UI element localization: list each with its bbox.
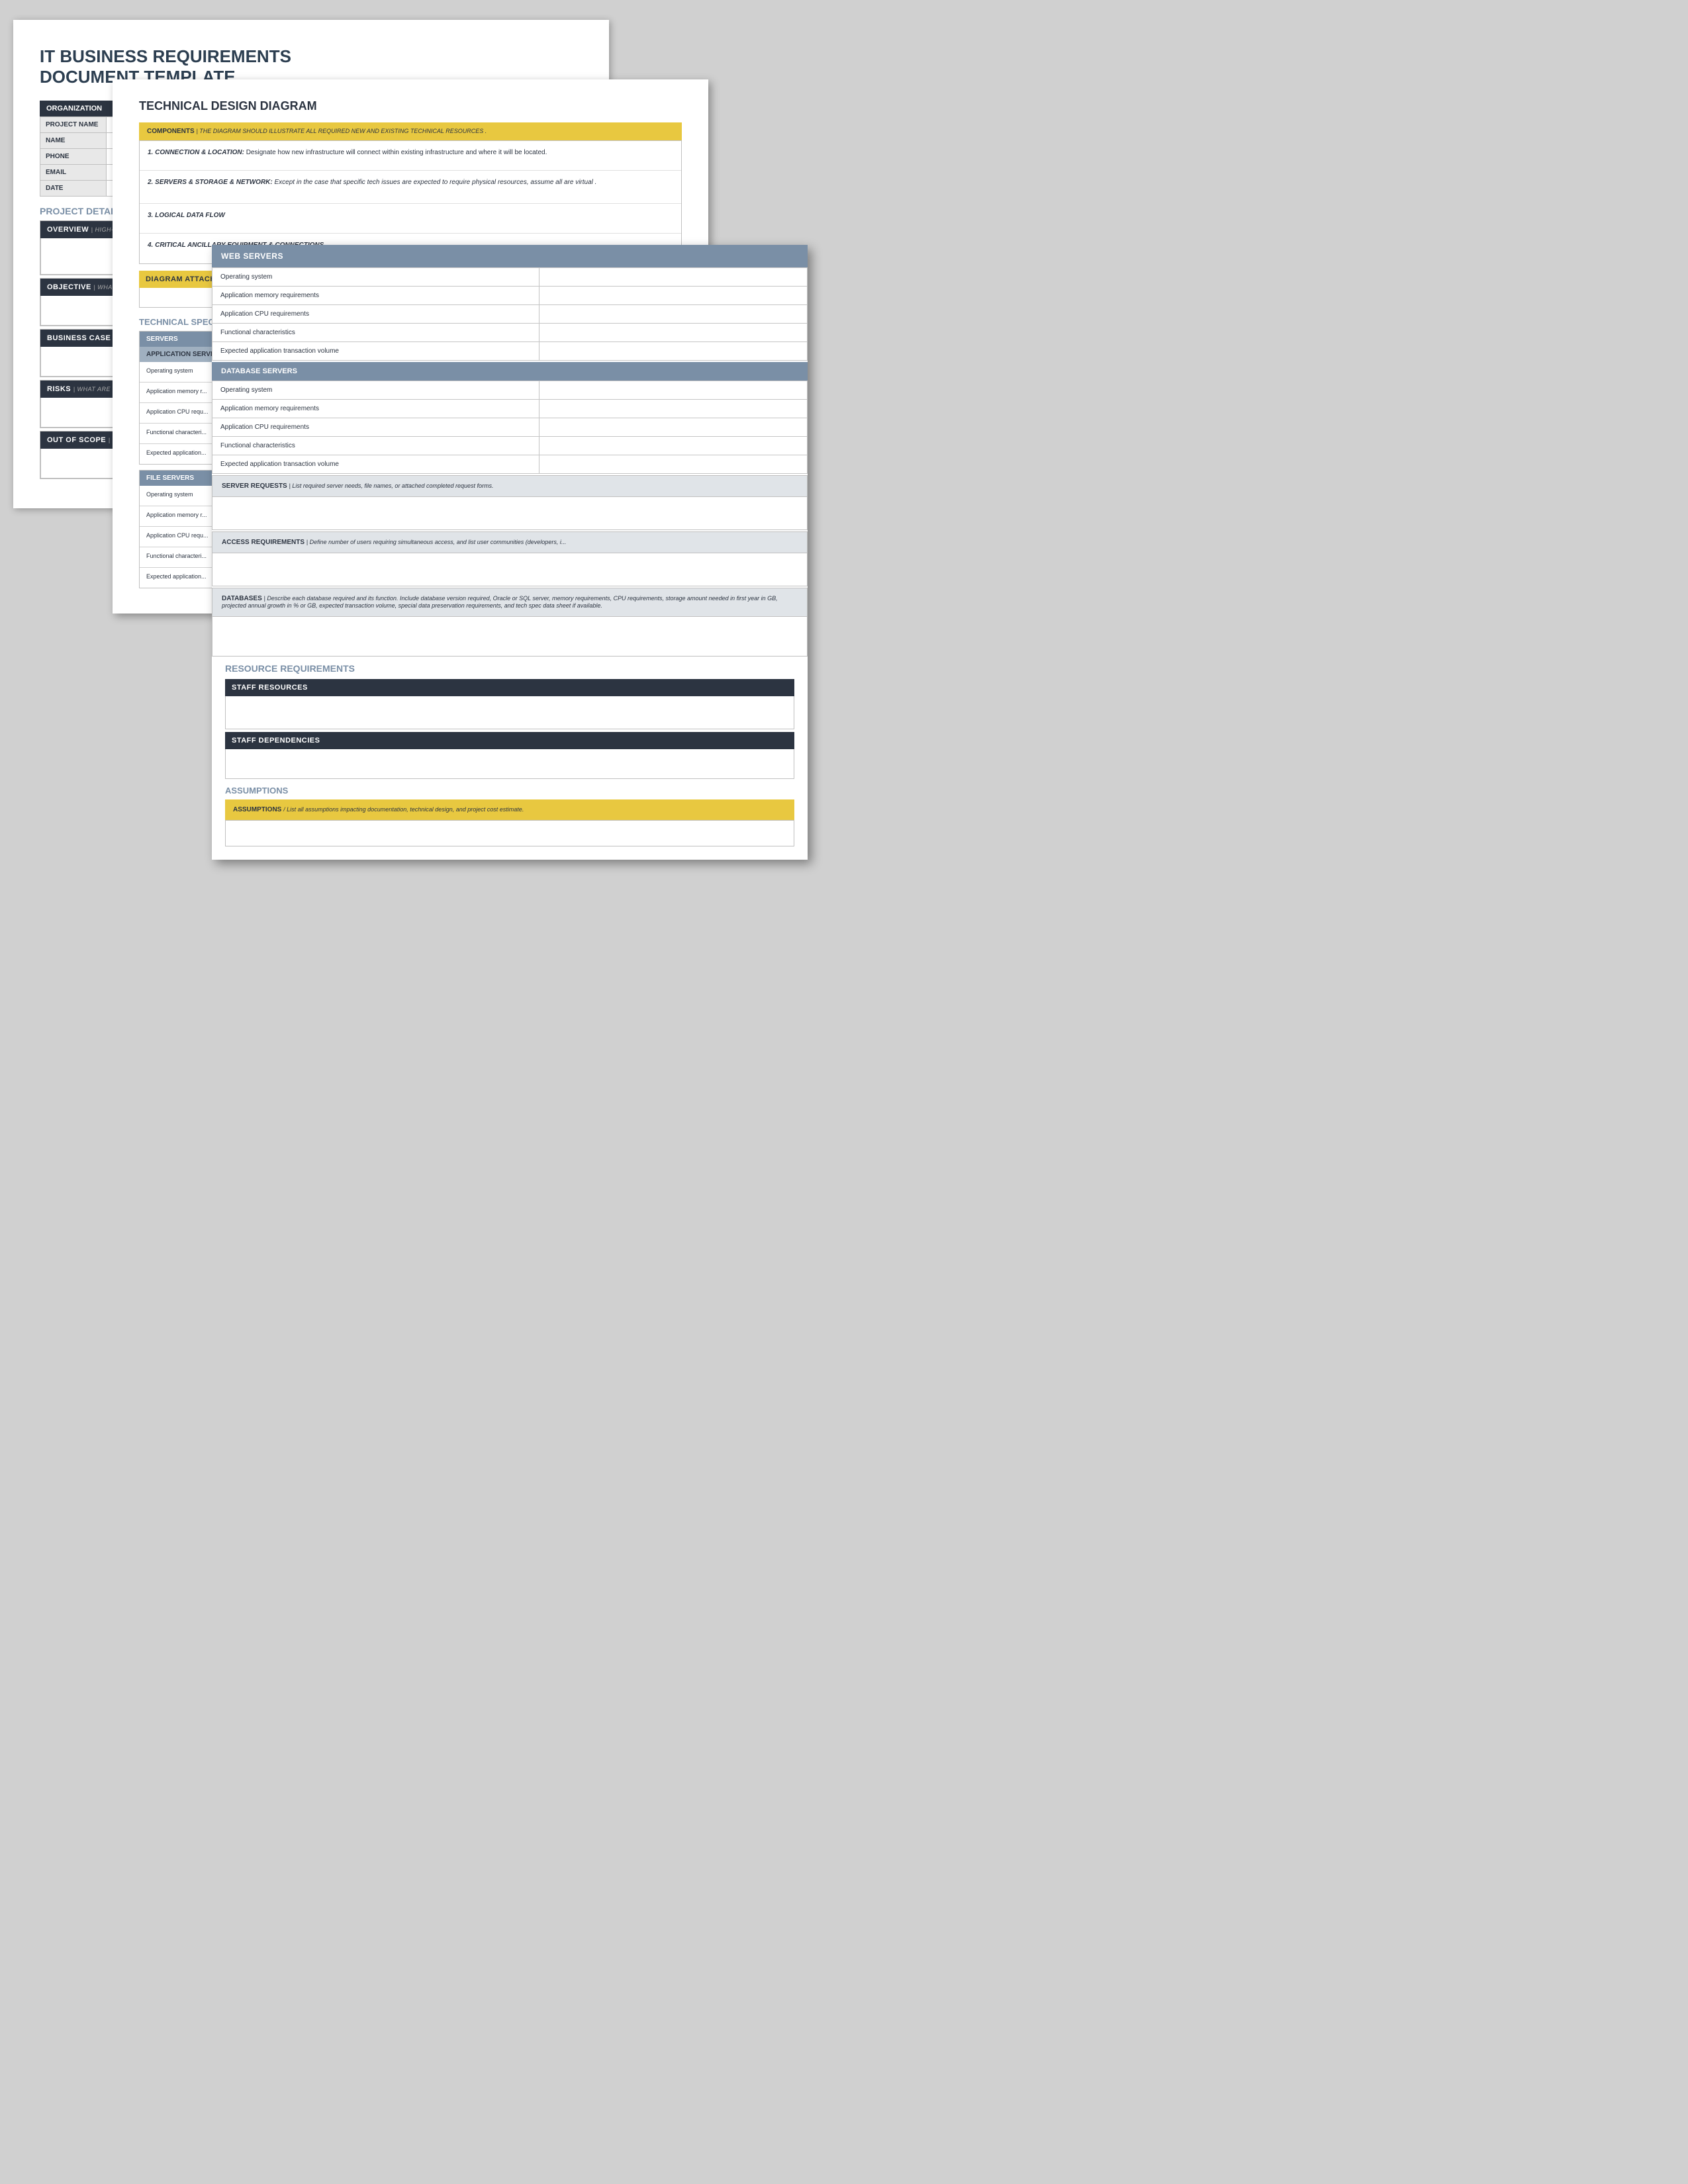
- web-server-row-func: Functional characteristics: [212, 324, 808, 342]
- component-item-3: 3. LOGICAL DATA FLOW: [140, 204, 681, 234]
- db-servers-header: DATABASE SERVERS: [212, 362, 808, 381]
- db-row-func: Functional characteristics: [212, 437, 808, 455]
- name-label: NAME: [40, 133, 107, 149]
- db-row-os: Operating system: [212, 381, 808, 400]
- components-header: COMPONENTS | The diagram should illustra…: [139, 122, 682, 140]
- staff-dependencies-header: STAFF DEPENDENCIES: [225, 732, 794, 749]
- web-server-row-expected: Expected application transaction volume: [212, 342, 808, 361]
- resource-requirements-title: RESOURCE REQUIREMENTS: [225, 663, 794, 674]
- phone-label: PHONE: [40, 149, 107, 165]
- access-req-section: ACCESS REQUIREMENTS | Define number of u…: [212, 531, 808, 586]
- db-row-mem: Application memory requirements: [212, 400, 808, 418]
- web-server-row-mem: Application memory requirements: [212, 287, 808, 305]
- resource-requirements-section: RESOURCE REQUIREMENTS STAFF RESOURCES ST…: [212, 657, 808, 786]
- staff-dependencies-block: STAFF DEPENDENCIES: [225, 732, 794, 779]
- web-server-table: Operating system Application memory requ…: [212, 267, 808, 361]
- access-req-content: [212, 553, 808, 586]
- web-servers-header: WEB SERVERS: [212, 245, 808, 267]
- page-3: WEB SERVERS Operating system Application…: [212, 245, 808, 860]
- web-servers-section: WEB SERVERS Operating system Application…: [212, 245, 808, 361]
- databases-header: DATABASES | Describe each database requi…: [212, 588, 808, 617]
- web-server-row-os: Operating system: [212, 268, 808, 287]
- component-item-2: 2. SERVERS & STORAGE & NETWORK: Except i…: [140, 171, 681, 204]
- assumptions-content: [225, 820, 794, 846]
- server-requests-header: SERVER REQUESTS | List required server n…: [212, 475, 808, 497]
- web-server-row-cpu: Application CPU requirements: [212, 305, 808, 324]
- assumptions-section: ASSUMPTIONS ASSUMPTIONS / List all assum…: [212, 786, 808, 860]
- staff-resources-header: STAFF RESOURCES: [225, 679, 794, 696]
- db-server-table: Operating system Application memory requ…: [212, 381, 808, 474]
- email-label: EMAIL: [40, 165, 107, 181]
- access-req-header: ACCESS REQUIREMENTS | Define number of u…: [212, 531, 808, 553]
- project-name-label: PROJECT NAME: [40, 117, 107, 133]
- p2-title: TECHNICAL DESIGN DIAGRAM: [139, 99, 682, 113]
- assumptions-title: ASSUMPTIONS: [225, 786, 794, 796]
- db-servers-section: DATABASE SERVERS Operating system Applic…: [212, 362, 808, 474]
- assumptions-header: ASSUMPTIONS / List all assumptions impac…: [225, 799, 794, 820]
- component-item-1: 1. CONNECTION & LOCATION: Designate how …: [140, 141, 681, 171]
- db-row-expected: Expected application transaction volume: [212, 455, 808, 474]
- databases-section: DATABASES | Describe each database requi…: [212, 588, 808, 657]
- server-requests-section: SERVER REQUESTS | List required server n…: [212, 475, 808, 530]
- staff-resources-block: STAFF RESOURCES: [225, 679, 794, 729]
- date-label: DATE: [40, 181, 107, 197]
- db-row-cpu: Application CPU requirements: [212, 418, 808, 437]
- server-requests-content: [212, 497, 808, 530]
- databases-content: [212, 617, 808, 657]
